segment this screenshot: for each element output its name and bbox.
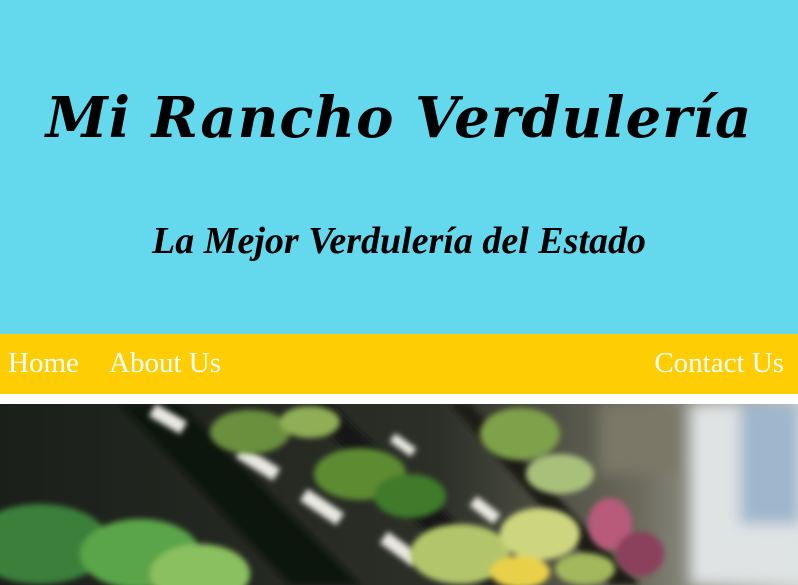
site-title: Mi Rancho Verdulería: [45, 85, 753, 151]
nav-link-home[interactable]: Home: [8, 346, 79, 380]
nav-link-contact-us[interactable]: Contact Us: [654, 346, 784, 380]
nav-link-about-us[interactable]: About Us: [109, 346, 221, 380]
site-header: Mi Rancho Verdulería La Mejor Verdulería…: [0, 0, 798, 334]
site-tagline: La Mejor Verdulería del Estado: [151, 220, 647, 262]
produce-shelves-photo: [0, 404, 798, 585]
hero-image: [0, 404, 798, 585]
main-navigation: Home About Us Contact Us: [0, 334, 798, 394]
